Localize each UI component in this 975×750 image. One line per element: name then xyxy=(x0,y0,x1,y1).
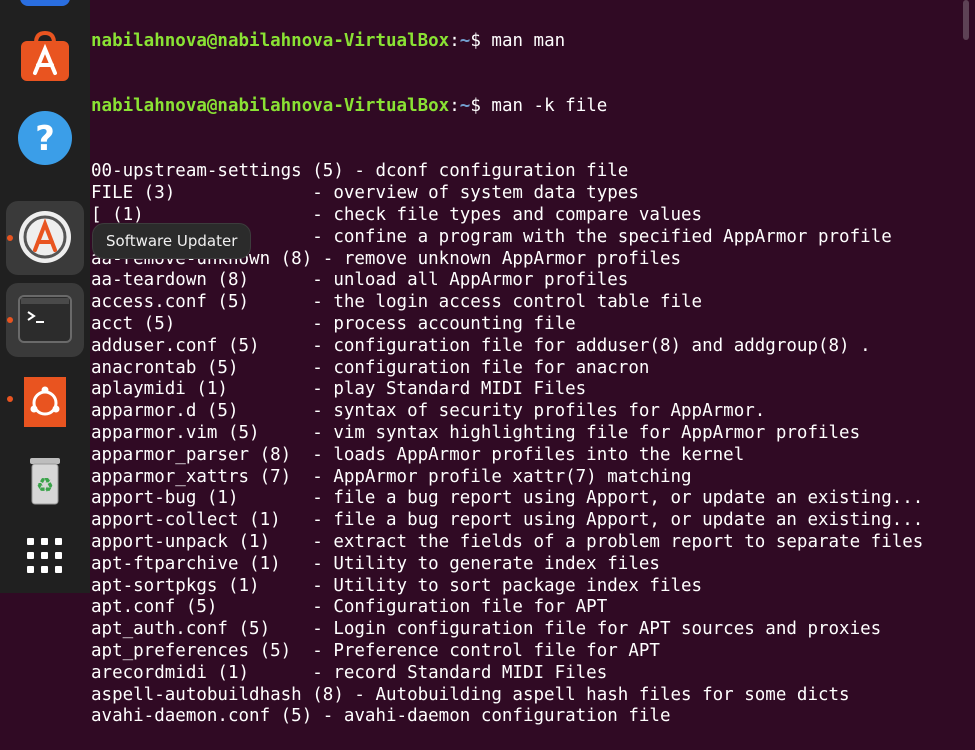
output-line: acct (5) - process accounting file xyxy=(91,313,576,334)
trash-icon: ♻ xyxy=(30,458,60,505)
prompt-path: ~ xyxy=(459,30,471,51)
output-line: apparmor.vim (5) - vim syntax highlighti… xyxy=(91,422,861,443)
svg-text:?: ? xyxy=(35,119,55,159)
prompt-command: man man xyxy=(491,30,566,51)
prompt-command: man -k file xyxy=(491,95,608,116)
output-line: apt.conf (5) - Configuration file for AP… xyxy=(91,597,608,618)
output-line: apt-ftparchive (1) - Utility to generate… xyxy=(91,553,660,574)
ubuntu-launcher[interactable] xyxy=(6,362,84,436)
output-line: apt_preferences (5) - Preference control… xyxy=(91,640,660,661)
output-line: apparmor.d (5) - syntax of security prof… xyxy=(91,401,766,422)
output-line: arecordmidi (1) - record Standard MIDI F… xyxy=(91,662,608,683)
grid-icon xyxy=(27,538,62,573)
output-line: apparmor_xattrs (7) - AppArmor profile x… xyxy=(91,466,692,487)
software-updater-launcher[interactable] xyxy=(6,201,84,275)
output-line: anacrontab (5) - configuration file for … xyxy=(91,357,650,378)
output-line: apport-bug (1) - file a bug report using… xyxy=(91,488,924,509)
output-line: aa-teardown (8) - unload all AppArmor pr… xyxy=(91,270,629,291)
prompt-path: ~ xyxy=(459,95,471,116)
output-line: aplaymidi (1) - play Standard MIDI Files xyxy=(91,379,587,400)
previous-prompt-line: nabilahnova@nabilahnova-VirtualBox:~$ ma… xyxy=(91,30,566,51)
prompt-user: nabilahnova@nabilahnova-VirtualBox xyxy=(91,95,450,116)
app-center-launcher[interactable] xyxy=(6,22,84,96)
help-launcher[interactable]: ? xyxy=(6,102,84,176)
running-indicator xyxy=(7,396,13,402)
software-updater-icon xyxy=(19,211,71,263)
output-line: 00-upstream-settings (5) - dconf configu… xyxy=(91,161,629,182)
prompt-line: nabilahnova@nabilahnova-VirtualBox:~$ ma… xyxy=(91,95,608,116)
ubuntu-icon xyxy=(24,377,66,427)
terminal-icon xyxy=(18,295,72,343)
help-icon: ? xyxy=(18,111,72,165)
terminal-scrollbar[interactable] xyxy=(963,0,969,593)
output-line: apt_auth.conf (5) - Login configuration … xyxy=(91,619,882,640)
show-apps-button[interactable] xyxy=(6,520,84,594)
output-line: apparmor_parser (8) - loads AppArmor pro… xyxy=(91,444,745,465)
dock-tooltip: Software Updater xyxy=(92,223,252,259)
terminal-launcher[interactable] xyxy=(6,283,84,357)
output-line: avahi-daemon.conf (5) - avahi-daemon con… xyxy=(91,706,671,727)
running-indicator xyxy=(7,235,13,241)
output-line: FILE (3) - overview of system data types xyxy=(91,183,639,204)
trash-launcher[interactable]: ♻ xyxy=(6,445,84,519)
prompt-user: nabilahnova@nabilahnova-VirtualBox xyxy=(91,30,450,51)
output-line: access.conf (5) - the login access contr… xyxy=(91,292,703,313)
dock: ? ♻ xyxy=(0,0,90,593)
output-line: apt-sortpkgs (1) - Utility to sort packa… xyxy=(91,575,703,596)
terminal-output[interactable]: nabilahnova@nabilahnova-VirtualBox:~$ ma… xyxy=(91,0,961,750)
output-line: apport-unpack (1) - extract the fields o… xyxy=(91,531,924,552)
svg-text:♻: ♻ xyxy=(36,473,54,497)
files-app-icon[interactable] xyxy=(20,0,70,6)
scroll-thumb[interactable] xyxy=(963,0,969,40)
running-indicator xyxy=(7,317,13,323)
output-line: apport-collect (1) - file a bug report u… xyxy=(91,510,924,531)
app-center-icon xyxy=(21,30,69,81)
output-line: adduser.conf (5) - configuration file fo… xyxy=(91,335,871,356)
output-line: aspell-autobuildhash (8) - Autobuilding … xyxy=(91,684,850,705)
